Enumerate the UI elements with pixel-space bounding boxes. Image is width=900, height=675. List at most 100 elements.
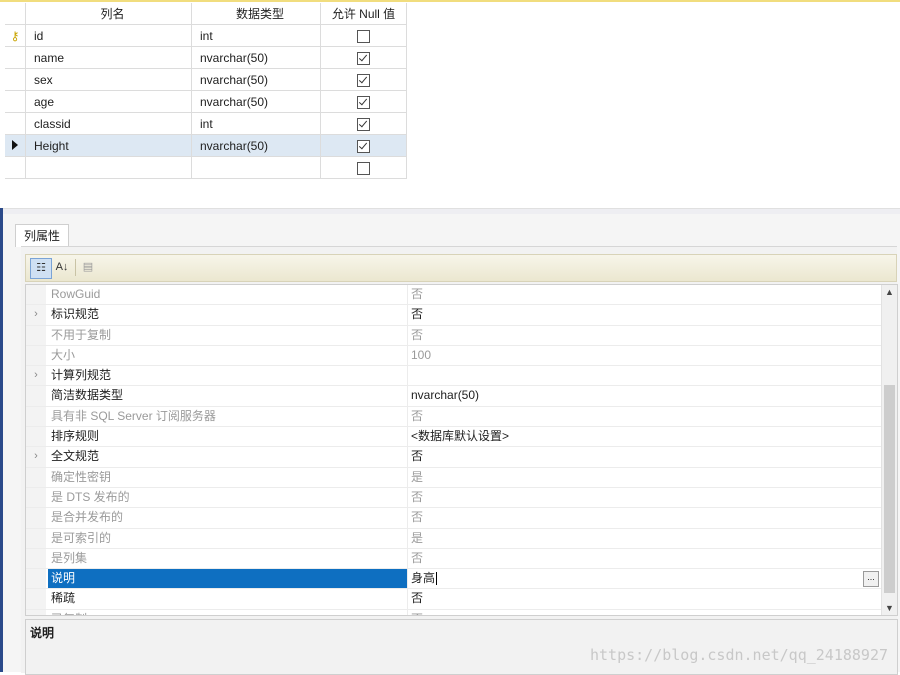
row-selector[interactable] [5, 112, 26, 135]
property-name[interactable]: 说明 [48, 569, 408, 589]
row-selector[interactable]: ⚷ [5, 24, 26, 47]
property-value[interactable]: 否 [408, 285, 881, 304]
property-row[interactable]: › 标识规范否 [26, 305, 881, 326]
data-type-cell[interactable]: nvarchar(50) [191, 68, 321, 91]
column-name-cell[interactable]: age [25, 90, 192, 113]
property-row[interactable]: 是可索引的是 [26, 528, 881, 549]
data-type-cell[interactable]: nvarchar(50) [191, 46, 321, 69]
property-value[interactable]: 否 [408, 488, 881, 507]
property-value[interactable]: 100 [408, 346, 881, 365]
property-row[interactable]: 简洁数据类型 nvarchar(50) [26, 386, 881, 407]
property-row[interactable]: 是 DTS 发布的否 [26, 487, 881, 509]
property-name[interactable]: RowGuid [48, 285, 408, 305]
property-value[interactable]: 否 [408, 447, 881, 466]
tab-column-properties[interactable]: 列属性 [15, 224, 69, 247]
property-row[interactable]: 排序规则 <数据库默认设置> [26, 427, 881, 448]
property-name[interactable]: 是可索引的 [48, 528, 408, 548]
property-value[interactable]: nvarchar(50) [408, 386, 881, 405]
property-row[interactable]: 具有非 SQL Server 订阅服务器否 [26, 406, 881, 428]
property-value[interactable]: 否 [408, 305, 881, 324]
property-value[interactable]: 否 [408, 407, 881, 426]
allow-null-checkbox[interactable] [357, 51, 370, 65]
grid-row[interactable]: Height nvarchar(50) [5, 134, 407, 157]
grid-row[interactable] [5, 156, 407, 179]
row-selector[interactable] [5, 68, 26, 91]
property-value[interactable]: 否 [408, 326, 881, 345]
property-name[interactable]: 全文规范 [48, 447, 408, 467]
column-name-cell[interactable]: sex [25, 68, 192, 91]
grid-row[interactable]: name nvarchar(50) [5, 46, 407, 69]
column-name-header[interactable]: 列名 [25, 3, 192, 25]
property-name[interactable]: 是列集 [48, 548, 408, 569]
vertical-scrollbar[interactable]: ▲ ▼ [881, 285, 897, 615]
allow-null-checkbox[interactable] [357, 73, 370, 87]
property-row[interactable]: 是合并发布的否 [26, 508, 881, 529]
property-name[interactable]: 标识规范 [48, 305, 408, 325]
expand-chevron-icon[interactable]: › [26, 447, 46, 467]
column-name-cell[interactable]: classid [25, 112, 192, 135]
property-value[interactable]: 否 [408, 549, 881, 568]
property-value[interactable]: 是 [408, 468, 881, 487]
allow-null-checkbox[interactable] [357, 139, 370, 153]
property-value[interactable]: 否 [408, 508, 881, 527]
row-selector[interactable] [5, 134, 26, 157]
grid-row[interactable]: ⚷ id int [5, 24, 407, 47]
grid-row[interactable]: sex nvarchar(50) [5, 68, 407, 91]
property-value[interactable]: <数据库默认设置> [408, 427, 881, 446]
property-pages-icon[interactable]: ▤ [78, 258, 98, 277]
column-name-cell[interactable]: name [25, 46, 192, 69]
expand-chevron-icon[interactable]: › [26, 366, 46, 386]
property-row[interactable]: 是列集否 [26, 548, 881, 570]
property-name[interactable]: 简洁数据类型 [48, 386, 408, 406]
property-name[interactable]: 大小 [48, 345, 408, 366]
grid-row[interactable]: classid int [5, 112, 407, 135]
property-name[interactable]: 已复制 [48, 609, 408, 615]
property-row[interactable]: 已复制否 [26, 609, 881, 615]
property-name[interactable]: 稀疏 [48, 589, 408, 609]
property-name[interactable]: 具有非 SQL Server 订阅服务器 [48, 406, 408, 427]
property-row[interactable]: 稀疏否 [26, 589, 881, 610]
property-row[interactable]: 确定性密钥是 [26, 467, 881, 488]
property-value[interactable]: 身高... [408, 569, 881, 588]
property-value[interactable]: 是 [408, 529, 881, 548]
data-type-cell[interactable]: int [191, 24, 321, 47]
grid-row[interactable]: age nvarchar(50) [5, 90, 407, 113]
allow-null-checkbox[interactable] [357, 95, 370, 109]
scroll-thumb[interactable] [884, 385, 895, 593]
row-selector[interactable] [5, 90, 26, 113]
sort-az-icon[interactable]: A↓ [52, 258, 72, 277]
allow-null-checkbox[interactable] [357, 161, 370, 175]
property-row[interactable]: RowGuid 否 [26, 285, 881, 306]
data-type-header[interactable]: 数据类型 [191, 3, 321, 25]
column-name-cell[interactable] [25, 156, 192, 179]
ellipsis-button[interactable]: ... [863, 571, 879, 588]
property-name[interactable]: 计算列规范 [48, 366, 408, 386]
row-selector[interactable] [5, 156, 26, 179]
property-name[interactable]: 是 DTS 发布的 [48, 487, 408, 508]
property-value[interactable]: 否 [408, 610, 881, 615]
property-row[interactable]: 说明 身高... [26, 569, 881, 590]
allow-null-checkbox[interactable] [357, 29, 370, 43]
property-row[interactable]: 大小 100 [26, 345, 881, 367]
row-selector[interactable] [5, 46, 26, 69]
data-type-cell[interactable]: nvarchar(50) [191, 134, 321, 157]
categorized-icon[interactable]: ☷ [30, 258, 52, 279]
data-type-cell[interactable] [191, 156, 321, 179]
property-name[interactable]: 排序规则 [48, 427, 408, 447]
property-value[interactable]: 否 [408, 589, 881, 608]
column-name-cell[interactable]: id [25, 24, 192, 47]
column-name-cell[interactable]: Height [25, 134, 192, 157]
data-type-cell[interactable]: int [191, 112, 321, 135]
scroll-up-icon[interactable]: ▲ [882, 285, 897, 299]
expand-chevron-icon[interactable]: › [26, 305, 46, 325]
property-value[interactable] [408, 366, 881, 385]
property-name[interactable]: 是合并发布的 [48, 508, 408, 528]
property-row[interactable]: › 计算列规范 [26, 366, 881, 387]
property-row[interactable]: › 全文规范否 [26, 447, 881, 468]
data-type-cell[interactable]: nvarchar(50) [191, 90, 321, 113]
scroll-down-icon[interactable]: ▼ [882, 601, 897, 615]
property-name[interactable]: 确定性密钥 [48, 467, 408, 487]
property-name[interactable]: 不用于复制 [48, 325, 408, 345]
allow-null-checkbox[interactable] [357, 117, 370, 131]
property-row[interactable]: 不用于复制否 [26, 325, 881, 346]
